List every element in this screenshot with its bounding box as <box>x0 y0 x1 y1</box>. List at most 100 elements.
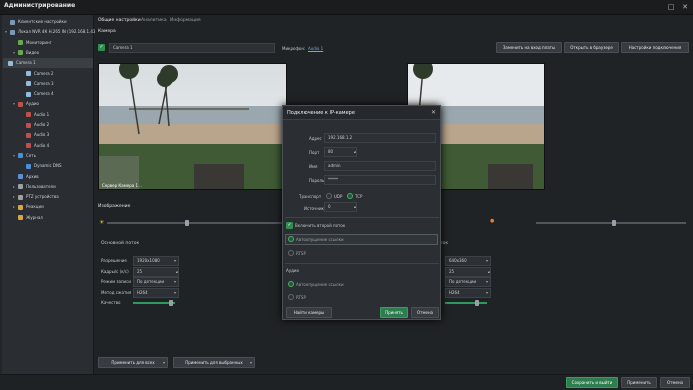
tree-item-label: Camera 1 <box>16 60 36 66</box>
mic-icon <box>26 122 31 128</box>
ptz-icon <box>18 194 23 200</box>
tree-item[interactable]: Camera 2 <box>21 69 54 79</box>
tree-item[interactable]: Audio 2 <box>21 120 49 130</box>
dns-icon <box>26 163 31 169</box>
tree-item[interactable]: Dynamic DNS <box>21 161 62 171</box>
stream-field-label: Разрешение <box>101 258 127 263</box>
tree-item[interactable]: Camera 4 <box>21 89 54 99</box>
tree-item[interactable]: Audio 4 <box>21 141 49 151</box>
reaction-icon <box>18 204 23 210</box>
close-icon[interactable]: ✕ <box>681 3 689 11</box>
main-stream-preview: Сервер Камера 1 .. <box>98 63 287 190</box>
brightness-knob[interactable] <box>185 220 189 226</box>
connection-field-input[interactable]: admin <box>324 161 436 171</box>
maximize-icon[interactable]: □ <box>667 3 675 11</box>
tree-item-label: Архив <box>26 173 39 179</box>
audio-rtsp-radio[interactable] <box>288 294 294 300</box>
second-quality-knob[interactable] <box>475 300 479 306</box>
stream-field-input[interactable]: H264 <box>133 287 179 298</box>
stream-field-input[interactable]: По детекции <box>133 277 179 287</box>
rtsp-label: RTSP <box>296 251 306 256</box>
camera-icon <box>26 91 31 97</box>
tree-item-label: Мониторинг <box>26 39 52 45</box>
saturation-knob[interactable] <box>612 220 616 226</box>
tree-item[interactable]: Audio 1 <box>21 110 49 120</box>
rtsp-radio[interactable] <box>288 250 294 256</box>
tab-analytics[interactable]: Аналитика <box>141 18 167 23</box>
dialog-cancel-button[interactable]: Отмена <box>411 307 439 318</box>
tcp-radio[interactable] <box>347 193 353 199</box>
second-stream-title: ток <box>440 241 449 246</box>
admin-window: Администрирование □ ✕ Клиентские настрой… <box>0 0 693 390</box>
tree-item[interactable]: Мониторинг <box>13 38 52 48</box>
cancel-button[interactable]: Отмена <box>660 377 690 388</box>
second-stream-field-input[interactable]: 640x360 <box>445 256 491 266</box>
connection-field-input[interactable]: 80 <box>324 147 357 157</box>
audio-auto-radio[interactable] <box>288 281 294 287</box>
main-stream-title: Основной поток <box>101 241 140 246</box>
mic-icon <box>26 132 31 138</box>
title-bar: Администрирование □ ✕ <box>0 0 693 15</box>
tree-item[interactable]: Audio 3 <box>21 130 49 140</box>
tree-item[interactable]: Клиентские настройки <box>5 17 67 27</box>
find-cameras-button[interactable]: Найти камеры <box>286 307 332 318</box>
stream-field-input[interactable]: 1920x1080 <box>133 256 179 266</box>
connection-settings-button[interactable]: Настройки подключения <box>621 42 689 53</box>
apply-all-button[interactable]: Применить для всех <box>98 357 168 368</box>
connection-field-input[interactable]: 192.168.1.2 <box>324 133 436 143</box>
tree-item[interactable]: ▾ Сеть <box>13 151 36 161</box>
tree-item[interactable]: ▾ Локал NVR 4К H.265 IN (192.168.1.43) <box>5 27 97 37</box>
video-icon <box>18 50 23 56</box>
second-stream-field-input[interactable]: По детекции <box>445 277 491 287</box>
dialog-apply-button[interactable]: Принять <box>380 307 408 318</box>
open-browser-button[interactable]: Открыть в браузере <box>564 42 619 53</box>
connection-field-label: Порт <box>309 150 320 155</box>
source-input[interactable]: 0 <box>324 202 357 212</box>
tree-item[interactable]: Журнал <box>13 213 43 223</box>
network-icon <box>18 153 23 159</box>
tree-item[interactable]: ▸ Пользователи <box>13 182 56 192</box>
brightness-slider[interactable] <box>107 222 287 224</box>
apply-selected-button[interactable]: Применить для выбранных <box>173 357 255 368</box>
tree-item[interactable]: ▸ PTZ устройства <box>13 192 59 202</box>
monitor-icon <box>18 40 23 46</box>
microphone-link[interactable]: Audio 1 <box>308 46 323 51</box>
dialog-close-icon[interactable]: ✕ <box>431 109 436 116</box>
tree-item-label: Dynamic DNS <box>34 163 62 169</box>
udp-radio[interactable] <box>326 193 332 199</box>
tree-item[interactable]: Camera 1 <box>3 58 93 69</box>
connection-field-input[interactable]: ***** <box>324 175 436 185</box>
svg-text:Сервер Камера 1 ..: Сервер Камера 1 .. <box>102 183 142 188</box>
tree-item-label: Клиентские настройки <box>18 19 67 24</box>
quality-knob[interactable] <box>169 300 173 306</box>
tcp-label: TCP <box>355 194 363 199</box>
tree-item-label: Видео <box>26 49 40 55</box>
tree-item[interactable]: Архив <box>13 172 39 182</box>
mic-icon <box>26 143 31 149</box>
save-exit-button[interactable]: Сохранить и выйти <box>566 377 618 388</box>
tree-item[interactable]: ▸ Реакции <box>13 202 44 212</box>
camera-enabled-checkbox[interactable]: ✓ <box>98 44 105 51</box>
camera-name-input[interactable]: Camera 1 <box>109 43 275 53</box>
tree-item[interactable]: ▾ Аудио <box>13 99 39 109</box>
stream-field-input[interactable]: 25 <box>133 266 179 277</box>
tree-item-label: Аудио <box>26 101 39 107</box>
tab-info[interactable]: Информация <box>170 18 201 23</box>
saturation-slider[interactable] <box>536 222 686 224</box>
ip-camera-dialog: Подключение к IP-камере ✕ Адрес 192.168.1… <box>282 105 441 320</box>
second-stream-checkbox[interactable]: ✓ <box>286 222 293 229</box>
tree-item[interactable]: Camera 3 <box>21 79 54 89</box>
tree-item[interactable]: ▾ Видео <box>13 48 39 58</box>
second-stream-field-input[interactable]: H264 <box>445 287 491 298</box>
tree-item-label: Пользователи <box>26 183 56 189</box>
change-slot-button[interactable]: Заменить на вход платы <box>496 42 562 53</box>
second-stream-field-input[interactable]: 25 <box>445 266 491 277</box>
apply-button[interactable]: Применить <box>621 377 657 388</box>
bottom-bar: Сохранить и выйти Применить Отмена <box>0 374 693 390</box>
tree-item-label: Audio 2 <box>34 122 50 127</box>
auto-link-radio[interactable] <box>288 236 294 242</box>
tab-general[interactable]: Общие настройки <box>98 18 141 23</box>
tree-item-label: Реакции <box>26 204 44 210</box>
second-quality-slider[interactable] <box>445 302 487 304</box>
tree-item-label: Camera 4 <box>34 91 54 97</box>
